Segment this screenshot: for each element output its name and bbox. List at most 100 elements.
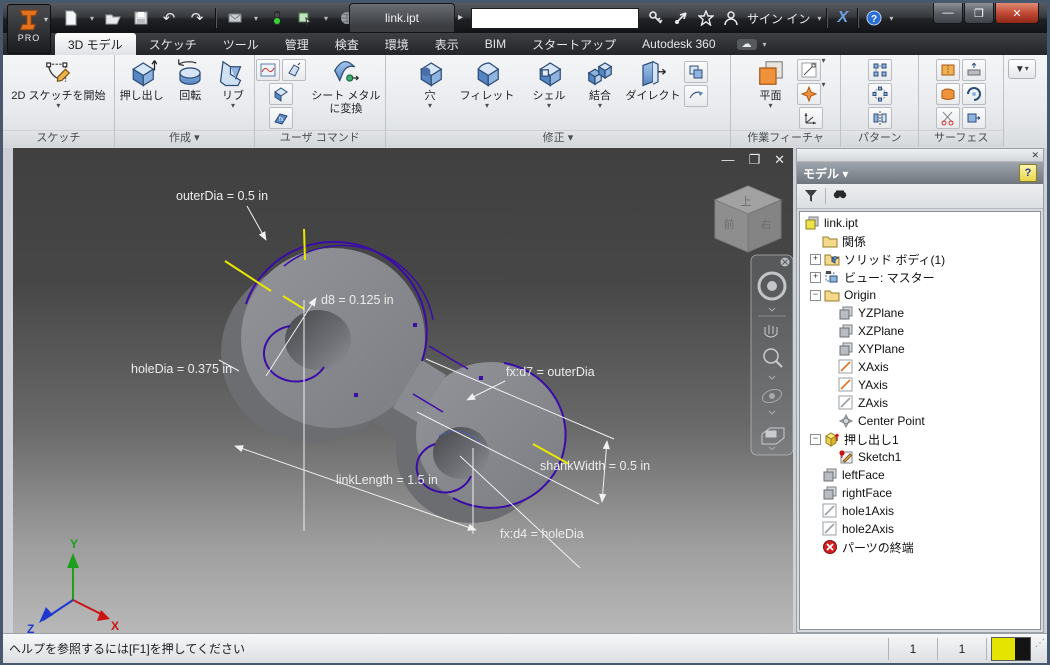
direct-edit-button[interactable]: ダイレクト	[625, 58, 681, 103]
viewcube-top-label[interactable]: 上	[741, 195, 752, 208]
expand-icon[interactable]: −	[810, 433, 821, 445]
open-file-icon[interactable]	[101, 6, 125, 30]
insert-dropdown-icon[interactable]: ▾	[324, 14, 328, 23]
panel-label-surface[interactable]: サーフェス	[919, 130, 1003, 147]
maximize-button[interactable]: ❐	[964, 3, 994, 24]
new-file-dropdown-icon[interactable]: ▾	[90, 14, 94, 23]
start-2d-sketch-button[interactable]: 2D スケッチを開始 ▾	[10, 58, 106, 109]
tab-bim[interactable]: BIM	[472, 33, 519, 55]
tab-tools[interactable]: ツール	[210, 33, 272, 55]
panel-label-create[interactable]: 作成 ▾	[114, 130, 254, 147]
communication-center-icon[interactable]	[668, 6, 693, 30]
revolve-button[interactable]: 回転	[170, 58, 210, 103]
move-body-icon[interactable]	[683, 85, 708, 107]
close-button[interactable]: ✕	[995, 3, 1039, 24]
browser-splitter[interactable]: ✕	[797, 149, 1043, 162]
resize-grip[interactable]: ⋰	[1035, 638, 1047, 660]
tab-environments[interactable]: 環境	[372, 33, 422, 55]
convert-sheet-metal-button[interactable]: シート メタル に変換	[309, 58, 383, 115]
panel-label-pattern[interactable]: パターン	[840, 130, 919, 147]
combine-button[interactable]: 結合 ▾	[579, 58, 621, 109]
dropdown-icon[interactable]: ▾	[56, 101, 60, 109]
annotation-linklength[interactable]: linkLength = 1.5 in	[336, 473, 438, 487]
trim-surface-icon[interactable]	[936, 107, 961, 129]
ribbon-collapse-button[interactable]: ▼ ▾	[1007, 59, 1036, 79]
dropdown-icon[interactable]: ▾	[231, 101, 235, 109]
tree-item-origin[interactable]: − Origin	[800, 286, 1040, 304]
tab-view[interactable]: 表示	[422, 33, 472, 55]
model-canvas[interactable]: outerDia = 0.5 in d8 = 0.125 in holeDia …	[13, 148, 794, 636]
circular-pattern-icon[interactable]	[867, 83, 892, 105]
annotation-shankwidth[interactable]: shankWidth = 0.5 in	[540, 459, 650, 473]
tree-item-view-master[interactable]: + ビュー: マスター	[800, 268, 1040, 286]
viewport-close-icon[interactable]: ✕	[774, 152, 785, 168]
panel-label-modify[interactable]: 修正 ▾	[385, 130, 731, 147]
tree-item-sketch1[interactable]: Sketch1	[800, 448, 1040, 466]
user-cmd-stamp-icon[interactable]: fx	[268, 107, 293, 129]
browser-help-icon[interactable]: ?	[1019, 164, 1037, 182]
tree-item-hole2axis[interactable]: hole2Axis	[800, 520, 1040, 538]
sign-in-label[interactable]: サイン イン	[747, 10, 810, 27]
insert-object-icon[interactable]	[293, 6, 317, 30]
send-update-icon[interactable]	[223, 6, 247, 30]
tree-item-hole1axis[interactable]: hole1Axis	[800, 502, 1040, 520]
tree-item-center-point[interactable]: Center Point	[800, 412, 1040, 430]
extrude-button[interactable]: 押し出し	[117, 58, 167, 103]
navigation-bar[interactable]	[750, 254, 794, 456]
undo-icon[interactable]: ↶	[157, 6, 181, 30]
dropdown-icon[interactable]: ▾	[822, 57, 826, 82]
redo-icon[interactable]: ↷	[185, 6, 209, 30]
viewcube-right-label[interactable]: 右	[761, 217, 772, 231]
thicken-icon[interactable]	[962, 59, 987, 81]
tree-item-xyplane[interactable]: XYPlane	[800, 340, 1040, 358]
tab-sketch[interactable]: スケッチ	[136, 33, 210, 55]
traffic-light-icon[interactable]	[265, 6, 289, 30]
shell-button[interactable]: シェル ▾	[523, 58, 575, 109]
tree-item-extrusion1[interactable]: − 押し出し1	[800, 430, 1040, 448]
user-icon[interactable]	[718, 6, 743, 30]
update-dropdown-icon[interactable]: ▾	[254, 14, 258, 23]
copy-object-icon[interactable]	[683, 61, 708, 83]
help-dropdown-icon[interactable]: ▾	[889, 14, 893, 23]
annotation-outerdia[interactable]: outerDia = 0.5 in	[176, 189, 268, 203]
panel-label-work-features[interactable]: 作業フィーチャ	[731, 130, 840, 147]
tree-item-relationships[interactable]: 関係	[800, 232, 1040, 250]
view-cube[interactable]: 上 前 右	[713, 185, 783, 253]
viewport-minimize-icon[interactable]: —	[721, 152, 734, 168]
tab-getstarted[interactable]: スタートアップ	[519, 33, 629, 55]
tab-autodesk360[interactable]: Autodesk 360	[629, 33, 728, 55]
annotation-fxd4[interactable]: fx:d4 = holeDia	[500, 527, 584, 541]
boundary-patch-icon[interactable]	[936, 83, 961, 105]
tree-item-end-of-part[interactable]: パーツの終端	[800, 538, 1040, 556]
browser-title[interactable]: モデル ▾	[803, 165, 848, 182]
work-point-icon[interactable]	[796, 83, 821, 105]
browser-title-bar[interactable]: モデル ▾ ?	[797, 162, 1043, 184]
help-icon[interactable]: ?	[861, 6, 886, 30]
fillet-button[interactable]: フィレット ▾	[455, 58, 519, 109]
save-icon[interactable]	[129, 6, 153, 30]
sculpt-icon[interactable]	[962, 83, 987, 105]
dropdown-icon[interactable]: ▾	[769, 101, 773, 109]
cloud-status-button[interactable]: ☁ ▾	[736, 33, 770, 55]
hole-button[interactable]: 穴 ▾	[409, 58, 451, 109]
stitch-surface-icon[interactable]	[936, 59, 961, 81]
document-tab[interactable]: link.ipt	[349, 3, 455, 32]
dropdown-icon[interactable]: ▾	[485, 101, 489, 109]
mirror-icon[interactable]	[867, 107, 892, 129]
annotation-fxd7[interactable]: fx:d7 = outerDia	[506, 365, 595, 379]
rectangular-pattern-icon[interactable]	[867, 59, 892, 81]
extend-surface-icon[interactable]	[962, 107, 987, 129]
expand-icon[interactable]: +	[810, 253, 821, 265]
user-cmd-graph-icon[interactable]	[255, 59, 280, 81]
expand-icon[interactable]: −	[810, 289, 821, 301]
work-axis-icon[interactable]	[796, 59, 821, 81]
tab-3d-model[interactable]: 3D モデル	[55, 33, 136, 55]
dropdown-icon[interactable]: ▾	[822, 81, 826, 106]
tree-item-xzplane[interactable]: XZPlane	[800, 322, 1040, 340]
tree-item-link-ipt[interactable]: link.ipt	[800, 214, 1040, 232]
key-icon[interactable]	[643, 6, 668, 30]
annotation-d8[interactable]: d8 = 0.125 in	[321, 293, 394, 307]
rib-button[interactable]: リブ ▾	[214, 58, 252, 109]
new-file-icon[interactable]	[59, 6, 83, 30]
tab-inspect[interactable]: 検査	[322, 33, 372, 55]
